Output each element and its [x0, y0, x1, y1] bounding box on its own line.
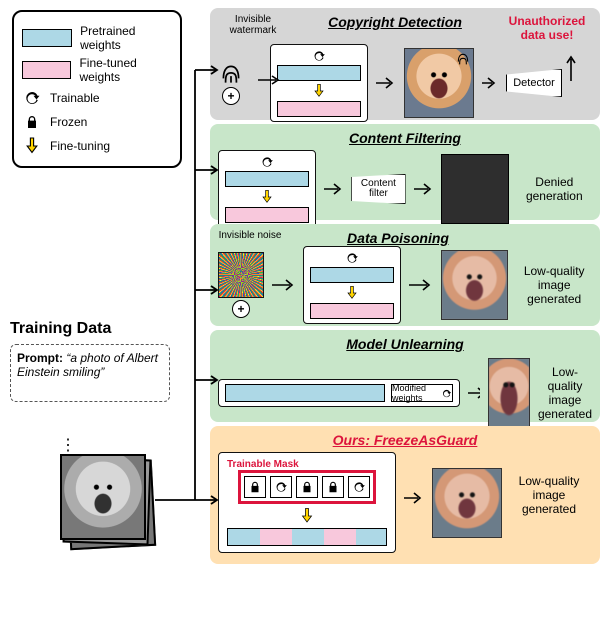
finetune-arrow-icon [299, 507, 315, 525]
legend-frozen-label: Frozen [50, 115, 87, 129]
finetune-arrow-icon [345, 285, 359, 301]
training-image-stack [60, 454, 156, 550]
trainable-icon [312, 49, 326, 63]
filter-result: Denied generation [517, 175, 592, 203]
mask-frozen-icon [244, 476, 266, 498]
stack-photo-front [60, 454, 146, 540]
legend-finetuned-label: Fine-tuned weights [79, 56, 172, 84]
trainable-icon [22, 88, 42, 108]
ours-result: Low-quality image generated [510, 474, 588, 516]
unlearn-output-image [488, 358, 530, 428]
unlearn-model: Modified weights [218, 379, 460, 407]
fingerprint-icon [455, 51, 471, 67]
arrow-right-icon [468, 387, 480, 399]
content-filter-block: Content filter [351, 174, 405, 204]
noise-label: Invisible noise [218, 230, 282, 246]
ours-model: Trainable Mask [218, 452, 396, 553]
watermark-label: Invisible watermark [218, 14, 288, 42]
panel-ours-title: Ours: FreezeAsGuard [218, 432, 592, 448]
training-heading: Training Data [10, 320, 190, 338]
finetuned-bar [277, 101, 361, 117]
legend-box: Pretrained weights Fine-tuned weights Tr… [12, 10, 182, 168]
legend-trainable-label: Trainable [50, 91, 100, 105]
pretrained-bar [225, 171, 309, 187]
mask-frozen-icon [296, 476, 318, 498]
pretrained-bar [277, 65, 361, 81]
svg-text:⋮: ⋮ [60, 437, 76, 454]
trainable-mask [238, 470, 376, 504]
prompt-label-bold: Prompt: [17, 351, 63, 365]
legend-finetuning: Fine-tuning [22, 136, 172, 156]
mask-trainable-icon [348, 476, 370, 498]
legend-finetuned: Fine-tuned weights [22, 56, 172, 84]
modified-weights-label: Modified weights [392, 383, 439, 403]
mixed-weights-bar [227, 528, 387, 546]
einstein-photo [62, 456, 144, 538]
arrow-right-icon [409, 279, 432, 291]
pretrained-bar-long [225, 384, 385, 402]
finetune-arrow-icon [312, 83, 326, 99]
finetuned-bar [225, 207, 309, 223]
panel-copyright-title: Copyright Detection [288, 14, 502, 42]
modified-weights-box: Modified weights [391, 384, 453, 402]
pretrained-bar [310, 267, 394, 283]
legend-trainable: Trainable [22, 88, 172, 108]
mask-frozen-icon [322, 476, 344, 498]
prompt-card: Prompt: “a photo of Albert Einstein smil… [10, 344, 170, 402]
swatch-finetuned [22, 61, 71, 79]
plus-icon: + [232, 300, 250, 318]
ours-output-image [432, 468, 502, 538]
noise-thumbnail [218, 252, 264, 298]
legend-finetuning-label: Fine-tuning [50, 139, 110, 153]
finetune-arrow-icon [260, 189, 274, 205]
arrow-right-icon [376, 77, 396, 89]
panel-filter-title: Content Filtering [218, 130, 592, 146]
panel-poison-title: Data Poisoning [282, 230, 514, 246]
arrow-right-icon [324, 183, 343, 195]
arrow-right-icon [272, 279, 295, 291]
swatch-pretrained [22, 29, 72, 47]
trainable-icon [441, 388, 452, 399]
panel-copyright: Invisible watermark Copyright Detection … [210, 8, 600, 120]
panel-ours: Ours: FreezeAsGuard Trainable Mask Low-q… [210, 426, 600, 564]
arrow-up-icon [566, 51, 576, 81]
mask-label: Trainable Mask [227, 459, 299, 470]
panel-unlearn: Model Unlearning Modified weights Low-qu… [210, 330, 600, 422]
poison-output-image [441, 250, 509, 320]
denied-output-image [441, 154, 509, 224]
detector-label: Detector [513, 77, 555, 89]
mask-trainable-icon [270, 476, 292, 498]
poison-model [303, 246, 401, 324]
copyright-model [270, 44, 368, 122]
legend-pretrained-label: Pretrained weights [80, 24, 172, 52]
trainable-icon [260, 155, 274, 169]
training-data-block: Training Data Prompt: “a photo of Albert… [10, 320, 190, 402]
copyright-alert: Unauthorized data use! [502, 14, 592, 42]
trainable-icon [345, 251, 359, 265]
panel-poison: Invisible noise Data Poisoning + Low-qua… [210, 224, 600, 326]
filter-model [218, 150, 316, 228]
arrow-right-icon [404, 492, 424, 504]
plus-icon: + [222, 87, 240, 105]
unlearn-result: Low-quality image generated [538, 365, 592, 421]
panel-unlearn-title: Model Unlearning [218, 336, 592, 352]
prompt-label: Prompt: “a photo of Albert Einstein smil… [17, 351, 158, 379]
poison-result: Low-quality image generated [516, 264, 592, 306]
legend-pretrained: Pretrained weights [22, 24, 172, 52]
detector-block: Detector [506, 69, 562, 97]
content-filter-label: Content filter [352, 179, 404, 199]
arrow-right-icon [482, 77, 498, 89]
frozen-icon [22, 112, 42, 132]
panel-filter: Content Filtering Content filter Denied … [210, 124, 600, 220]
legend-frozen: Frozen [22, 112, 172, 132]
copyright-output-image [404, 48, 474, 118]
arrow-right-icon [414, 183, 433, 195]
finetuned-bar [310, 303, 394, 319]
fingerprint-icon [218, 61, 244, 87]
finetune-arrow-icon [22, 136, 42, 156]
